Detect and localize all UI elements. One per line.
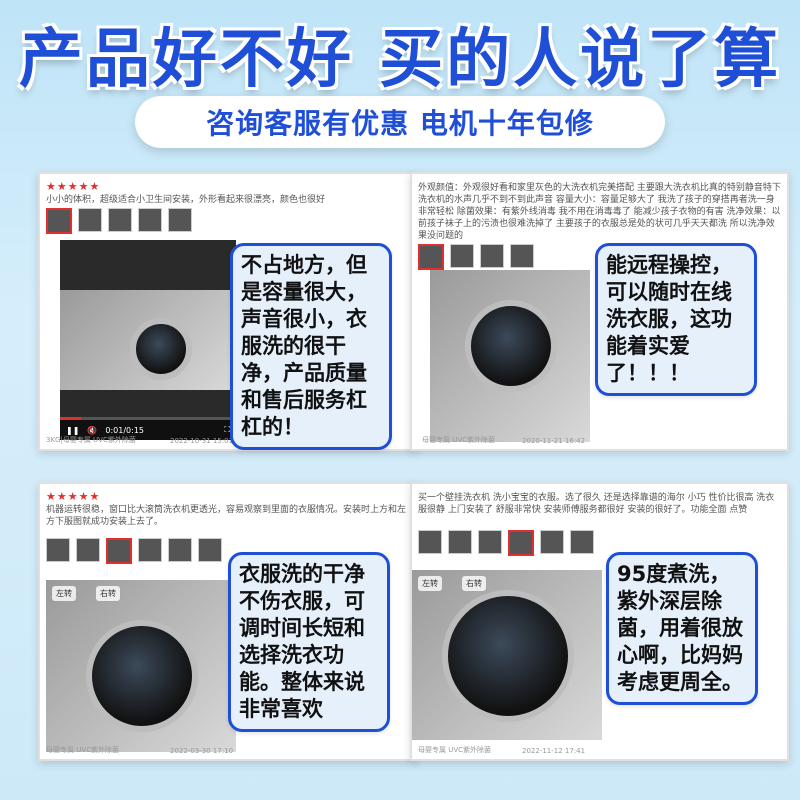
thumbnail[interactable]: [508, 530, 534, 556]
review-text: 机器运转很稳，窗口比大滚筒洗衣机更透光，容易观察到里面的衣服情况。安装时上方和左…: [46, 505, 407, 527]
thumbnail-strip: [418, 530, 594, 556]
rotate-right-button[interactable]: 右转: [96, 586, 120, 601]
quote-bubble-3: 衣服洗的干净不伤衣服，可调时间长短和选择洗衣功能。整体来说非常喜欢: [228, 552, 390, 732]
thumbnail-strip: [46, 538, 222, 564]
thumbnail[interactable]: [570, 530, 594, 554]
review-date: 2022-10-31 15:01: [170, 437, 234, 445]
thumbnail-strip: [418, 244, 534, 270]
thumbnail[interactable]: [540, 530, 564, 554]
washer-image: [465, 300, 557, 392]
thumbnail[interactable]: [198, 538, 222, 562]
review-photo[interactable]: [430, 270, 590, 442]
review-date: 2022-11-12 17:41: [522, 747, 586, 755]
thumbnail[interactable]: [448, 530, 472, 554]
promo-banner: 咨询客服有优惠 电机十年包修: [135, 96, 665, 148]
page-title: 产品好不好 买的人说了算: [18, 23, 782, 97]
video-time: 0:01/0:15: [105, 425, 144, 435]
thumbnail[interactable]: [480, 244, 504, 268]
quote-text: 衣服洗的干净不伤衣服，可调时间长短和选择洗衣功能。整体来说非常喜欢: [239, 562, 365, 721]
washer-image: [442, 590, 574, 722]
promo-text: 咨询客服有优惠 电机十年包修: [206, 107, 594, 140]
thumbnail[interactable]: [78, 208, 102, 232]
review-text: 外观颜值：外观很好看和家里灰色的大洗衣机完美搭配 主要跟大洗衣机比真的特别静音特…: [418, 183, 781, 241]
thumbnail[interactable]: [106, 538, 132, 564]
quote-bubble-2: 能远程操控，可以随时在线洗衣服，这功能着实爱了！！！: [595, 243, 757, 396]
product-spec: 母婴专属 UVC紫外除菌: [418, 746, 492, 754]
thumbnail[interactable]: [46, 208, 72, 234]
thumbnail[interactable]: [510, 244, 534, 268]
thumbnail[interactable]: [76, 538, 100, 562]
rating-stars: ★★★★★: [46, 180, 101, 193]
thumbnail[interactable]: [108, 208, 132, 232]
product-spec: 3KG|母婴专属 UVC紫外除菌: [46, 436, 136, 444]
review-video[interactable]: ❚❚ 🔇 0:01/0:15 ⛶: [60, 240, 236, 440]
quote-text: 95度煮洗，紫外深层除菌，用着很放心啊，比妈妈考虑更周全。: [617, 562, 743, 694]
review-photo[interactable]: 左转 右转: [412, 570, 602, 740]
quote-text: 不占地方，但是容量很大，声音很小，衣服洗的很干净，产品质量和售后服务杠杠的！: [241, 253, 367, 439]
review-date: 2022-03-30 17:10: [170, 747, 234, 755]
quote-text: 能远程操控，可以随时在线洗衣服，这功能着实爱了！！！: [606, 253, 732, 385]
pause-icon[interactable]: ❚❚: [66, 426, 79, 435]
review-text: 买一个壁挂洗衣机 洗小宝宝的衣服。选了很久 还是选择靠谱的海尔 小巧 性价比很高…: [418, 493, 775, 515]
thumbnail[interactable]: [418, 530, 442, 554]
washer-image: [130, 318, 192, 380]
thumbnail[interactable]: [168, 208, 192, 232]
quote-bubble-4: 95度煮洗，紫外深层除菌，用着很放心啊，比妈妈考虑更周全。: [606, 552, 758, 705]
mute-icon[interactable]: 🔇: [87, 426, 97, 435]
quote-bubble-1: 不占地方，但是容量很大，声音很小，衣服洗的很干净，产品质量和售后服务杠杠的！: [230, 243, 392, 450]
thumbnail[interactable]: [418, 244, 444, 270]
thumbnail[interactable]: [168, 538, 192, 562]
thumbnail[interactable]: [478, 530, 502, 554]
rating-stars: ★★★★★: [46, 490, 101, 503]
review-text: 小小的体积，超级适合小卫生间安装，外形看起来很漂亮，颜色也很好: [46, 195, 326, 205]
thumbnail-strip: [46, 208, 192, 234]
product-spec: 母婴专属 UVC紫外除菌: [422, 436, 496, 444]
thumbnail[interactable]: [450, 244, 474, 268]
washer-image: [86, 620, 198, 732]
thumbnail[interactable]: [46, 538, 70, 562]
review-photo[interactable]: 左转 右转: [46, 580, 236, 752]
rotate-left-button[interactable]: 左转: [418, 576, 442, 591]
rotate-right-button[interactable]: 右转: [462, 576, 486, 591]
thumbnail[interactable]: [138, 208, 162, 232]
review-date: 2020-11-21 16:42: [522, 437, 586, 445]
product-spec: 母婴专属 UVC紫外除菌: [46, 746, 120, 754]
rotate-left-button[interactable]: 左转: [52, 586, 76, 601]
thumbnail[interactable]: [138, 538, 162, 562]
